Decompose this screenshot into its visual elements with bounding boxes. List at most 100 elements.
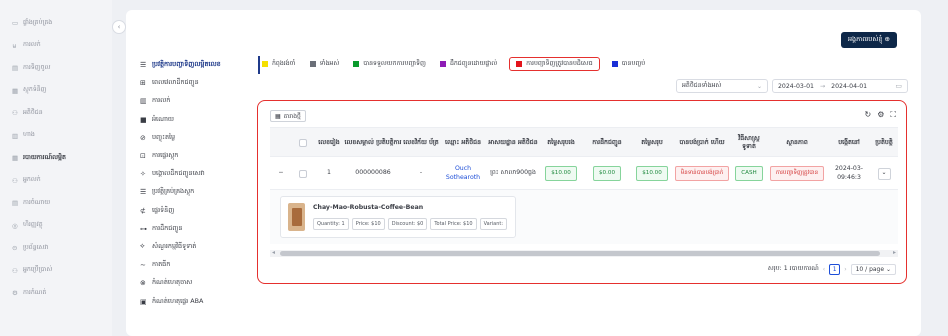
submenu-item[interactable]: ✧ បង្គោលដឹកជញ្ជូនសេវា	[140, 165, 252, 183]
nav-item-label: ការចំណាយ	[23, 198, 51, 206]
nav-item[interactable]: ◎ ហិរញ្ញវត្ថុ	[0, 215, 112, 238]
nav-item-label: ប្រព័ន្ធសេវា	[23, 243, 49, 251]
table-header: លេខរៀង លេខសម្គាល់ ប្រតិបត្តិការ លេខវិក័យ ប…	[270, 127, 898, 157]
status-filter-tab[interactable]: កំពុងរង់ចាំ	[260, 57, 298, 71]
status-filter-tab[interactable]: ទាំងអស់	[308, 57, 342, 71]
column-header: លេខវិក័យ ប័ត្រ	[403, 138, 439, 146]
status-color-swatch	[516, 61, 523, 67]
expand-row-button[interactable]: −	[270, 157, 292, 190]
submenu-item[interactable]: ☰ ប្រវត្តិការបញ្ជាទិញលម្អិតលេខ	[140, 56, 252, 74]
nav-item-icon: ⊝	[12, 244, 18, 253]
submenu-item-label: ការដឹកជញ្ជូន	[152, 223, 183, 232]
fullscreen-icon[interactable]: ⛶	[890, 110, 896, 120]
settings-icon[interactable]: ⚙	[877, 110, 884, 120]
submenu-item[interactable]: ⊘ បញ្ចុះតម្លៃ	[140, 129, 252, 147]
product-discount: Discount: $0	[387, 218, 428, 230]
submenu-item-label: សំណួរកម្មវិធីទូទាត់	[152, 241, 197, 250]
submenu-item[interactable]: ▣ កំណត់ហេតុផ្ទេរ ABA	[140, 292, 252, 310]
product-image	[288, 203, 305, 231]
row-checkbox[interactable]	[292, 157, 314, 190]
nav-item[interactable]: ⚇ អ្នកប្រើប្រាស់	[0, 260, 112, 283]
cell-customer-name[interactable]: Ouch Sothearoth	[440, 157, 486, 190]
submenu-item[interactable]: ∼ កាតធីក	[140, 256, 252, 274]
status-filter-tab[interactable]: ការបញ្ជាទិញត្រូវបានបដិសេធ	[509, 57, 600, 71]
submenu-item-label: ប្រវត្តិការបញ្ជាទិញលម្អិតលេខ	[152, 60, 221, 69]
submenu-item-icon: ⊞	[140, 79, 146, 88]
nav-item[interactable]: ⚙ ការកំណត់	[0, 282, 112, 305]
customer-first-name[interactable]: Ouch	[455, 165, 471, 174]
column-header: អាសយដ្ឋាន អតិថិជន	[488, 138, 538, 146]
cell-order-status: ការបញ្ជាទិញត្រូវបាន	[766, 157, 828, 190]
nav-item[interactable]: ▤ ការចំណាយ	[0, 192, 112, 215]
column-header: លេខរៀង	[318, 138, 340, 146]
nav-item-label: របាយការណ៍លម្អិត	[23, 153, 66, 161]
date-range-picker[interactable]: 2024-03-01 → 2024-04-01 ▭	[772, 79, 908, 93]
submenu-item[interactable]: ⊞ ពេលវេលាដឹកជញ្ជូន	[140, 74, 252, 92]
submenu-item-label: កំណត់ហេតុចាស	[152, 278, 193, 287]
nav-item[interactable]: ⚇ អតិថិជន	[0, 102, 112, 125]
cell-created-at: 2024-03- 09:46:3	[834, 165, 864, 181]
nav-item[interactable]: ▤ ការទិញចូល	[0, 57, 112, 80]
customer-filter-value: អតិថិជនទាំងអស់	[682, 81, 722, 89]
expanded-row-details: Chay-Mao-Robusta-Coffee-Bean Quantity: 1…	[270, 190, 898, 244]
status-filter-tab[interactable]: ដឹកជញ្ជូនដោយផ្ទាល់	[438, 57, 499, 71]
date-from[interactable]: 2024-03-01	[778, 83, 814, 90]
nav-item-icon: ◎	[12, 221, 18, 230]
nav-item[interactable]: ⊌ ការលក់	[0, 35, 112, 58]
submenu-item[interactable]: ▥ ការលក់	[140, 92, 252, 110]
row-action-dropdown[interactable]: ⌄	[870, 157, 898, 190]
date-to[interactable]: 2024-04-01	[831, 83, 867, 90]
status-color-swatch	[439, 61, 446, 67]
page-size-select[interactable]: 10 / page ⌄	[850, 264, 896, 275]
cell-transaction-id: 000000086	[355, 169, 391, 177]
nav-item[interactable]: ▦ ស្តុកទំនិញ	[0, 80, 112, 103]
status-filter-tab[interactable]: បានទទួលយកការបញ្ជាទិញ	[351, 57, 428, 71]
submenu-item[interactable]: ☰ ប្រវត្តិគ្រប់គ្រងស្តុក	[140, 183, 252, 201]
page-button-current[interactable]: 1	[829, 264, 841, 275]
submenu-item-icon: ■	[140, 115, 147, 124]
report-submenu: ☰ ប្រវត្តិការបញ្ជាទិញលម្អិតលេខ ⊞ ពេលវេលាដឹក…	[140, 56, 252, 311]
submenu-item-icon: ☰	[140, 188, 147, 197]
nav-item[interactable]: ▥ ហាង	[0, 125, 112, 148]
nav-item[interactable]: ▭ ផ្ទាំងគ្រប់គ្រង	[0, 12, 112, 35]
nav-item[interactable]: ⊝ ប្រព័ន្ធសេវា	[0, 237, 112, 260]
customer-last-name[interactable]: Sothearoth	[446, 174, 480, 183]
status-filter-label: ទាំងអស់	[319, 59, 340, 67]
submenu-item[interactable]: ⊶ ការដឹកជញ្ជូន	[140, 220, 252, 238]
product-price: Price: $10	[351, 218, 385, 230]
scroll-left-icon[interactable]: ◂	[272, 249, 275, 256]
table-row: − 1 000000086 - Ouch Sothearoth ព្រះ សាល…	[270, 157, 898, 190]
main-content: អង្គភាពរបស់ខ្ញុំ ⊕ ☰ ប្រវត្តិការបញ្ជាទិញល…	[126, 10, 921, 336]
scroll-right-icon[interactable]: ▸	[893, 249, 896, 256]
scrollbar-thumb[interactable]	[280, 251, 880, 256]
refresh-icon[interactable]: ↻	[865, 110, 872, 120]
horizontal-scrollbar[interactable]: ◂ ▸	[270, 249, 898, 257]
nav-item-label: អ្នកលក់	[23, 176, 41, 184]
submenu-item-icon: ⊄	[140, 206, 146, 215]
submenu-item-icon: ☰	[140, 61, 147, 70]
submenu-item[interactable]: ⟡ សំណួរកម្មវិធីទូទាត់	[140, 238, 252, 256]
arrow-right-icon: →	[819, 82, 826, 90]
cell-payment-method: CASH	[732, 157, 766, 190]
column-header: តម្លៃសរុបរង	[547, 138, 575, 146]
column-header: ឈ្មោះ អតិថិជន	[445, 138, 481, 146]
next-page-icon[interactable]: ›	[844, 266, 846, 273]
submenu-item-label: អំណោយ	[152, 114, 174, 123]
status-filter-label: បានបញ្ចប់	[621, 59, 646, 67]
submenu-item[interactable]: ⊡ ការផ្ទេរស្តុក	[140, 147, 252, 165]
table-view-button[interactable]: ▦ តារាងថ្មី	[270, 110, 306, 122]
submenu-item-label: ការផ្ទេរស្តុក	[152, 151, 179, 160]
prev-page-icon[interactable]: ‹	[823, 266, 825, 273]
nav-item-label: ការទិញចូល	[23, 63, 51, 71]
customer-filter-select[interactable]: អតិថិជនទាំងអស់ ⌄	[676, 79, 768, 93]
submenu-item[interactable]: ■ អំណោយ	[140, 111, 252, 129]
status-filter-tab[interactable]: បានបញ្ចប់	[610, 57, 648, 71]
collapse-sidebar-button[interactable]: ‹	[112, 20, 126, 34]
select-all-checkbox[interactable]	[292, 128, 314, 158]
nav-item[interactable]: ⚇ អ្នកលក់	[0, 170, 112, 193]
submenu-item[interactable]: ⊄ ផ្ទេរទំនិញ	[140, 202, 252, 220]
submenu-item[interactable]: ⊗ កំណត់ហេតុចាស	[140, 274, 252, 292]
nav-item[interactable]: ▦ របាយការណ៍លម្អិត	[0, 147, 112, 170]
submenu-item-label: ការលក់	[152, 96, 171, 105]
organization-button[interactable]: អង្គភាពរបស់ខ្ញុំ ⊕	[841, 32, 897, 48]
